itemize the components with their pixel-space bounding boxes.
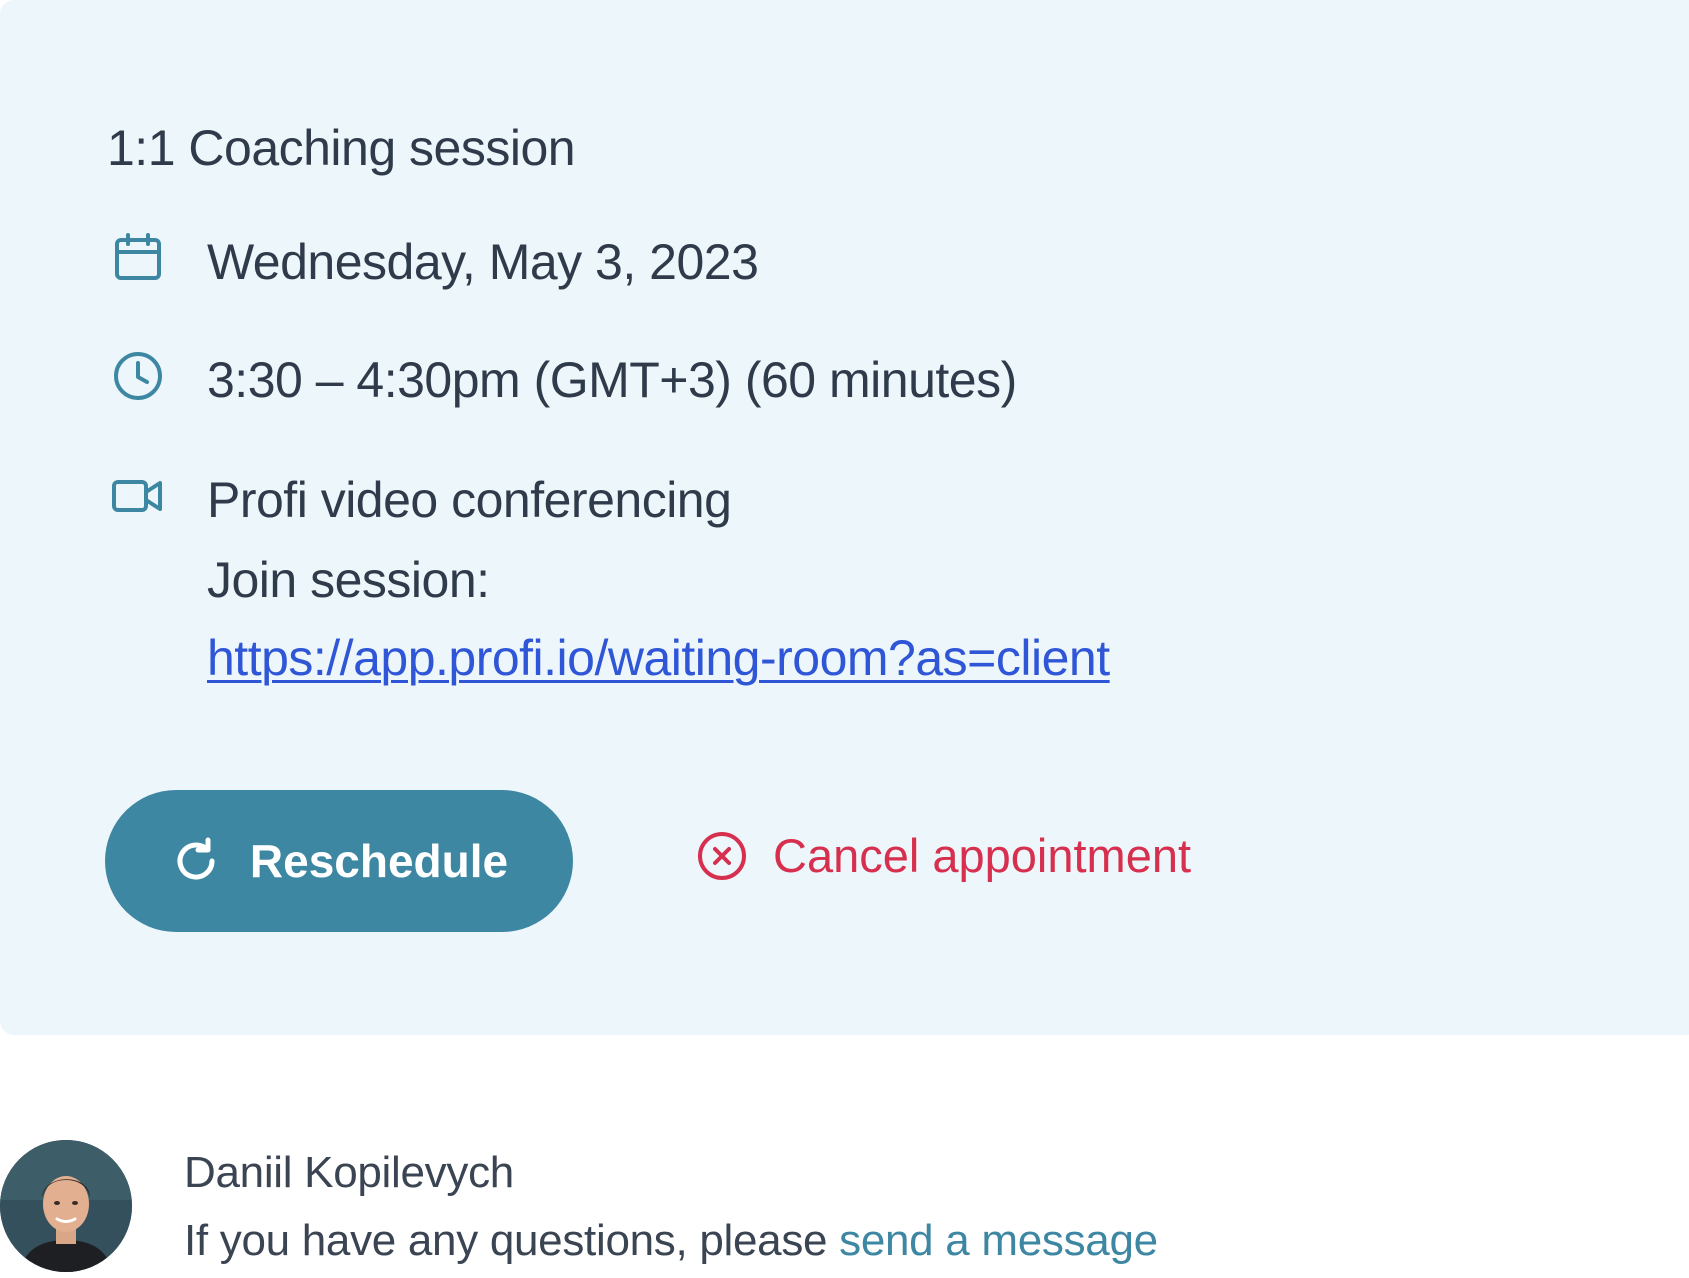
close-circle-icon: [698, 831, 746, 880]
join-session-link[interactable]: https://app.profi.io/waiting-room?as=cli…: [207, 628, 1110, 688]
reschedule-label: Reschedule: [249, 835, 509, 887]
refresh-icon: [177, 837, 215, 880]
session-date: Wednesday, May 3, 2023: [207, 234, 759, 290]
appointment-card: 1:1 Coaching session Wednesday, May 3, 2…: [0, 0, 1689, 1035]
video-camera-icon: [110, 468, 166, 524]
cancel-appointment-label: Cancel appointment: [773, 829, 1192, 882]
calendar-icon: [110, 230, 166, 286]
reschedule-button[interactable]: Reschedule: [105, 790, 573, 932]
coach-name: Daniil Kopilevych: [184, 1148, 514, 1197]
clock-icon: [110, 348, 166, 404]
questions-prefix: If you have any questions, please: [184, 1216, 840, 1265]
questions-text: If you have any questions, please send a…: [184, 1214, 1158, 1268]
session-time: 3:30 – 4:30pm (GMT+3) (60 minutes): [207, 352, 1017, 408]
cancel-appointment-button[interactable]: Cancel appointment: [695, 828, 1191, 883]
send-message-link[interactable]: send a message: [839, 1216, 1158, 1265]
session-title: 1:1 Coaching session: [107, 120, 576, 176]
join-session-label: Join session:: [207, 552, 490, 608]
session-location: Profi video conferencing: [207, 472, 732, 528]
avatar: [0, 1140, 132, 1272]
